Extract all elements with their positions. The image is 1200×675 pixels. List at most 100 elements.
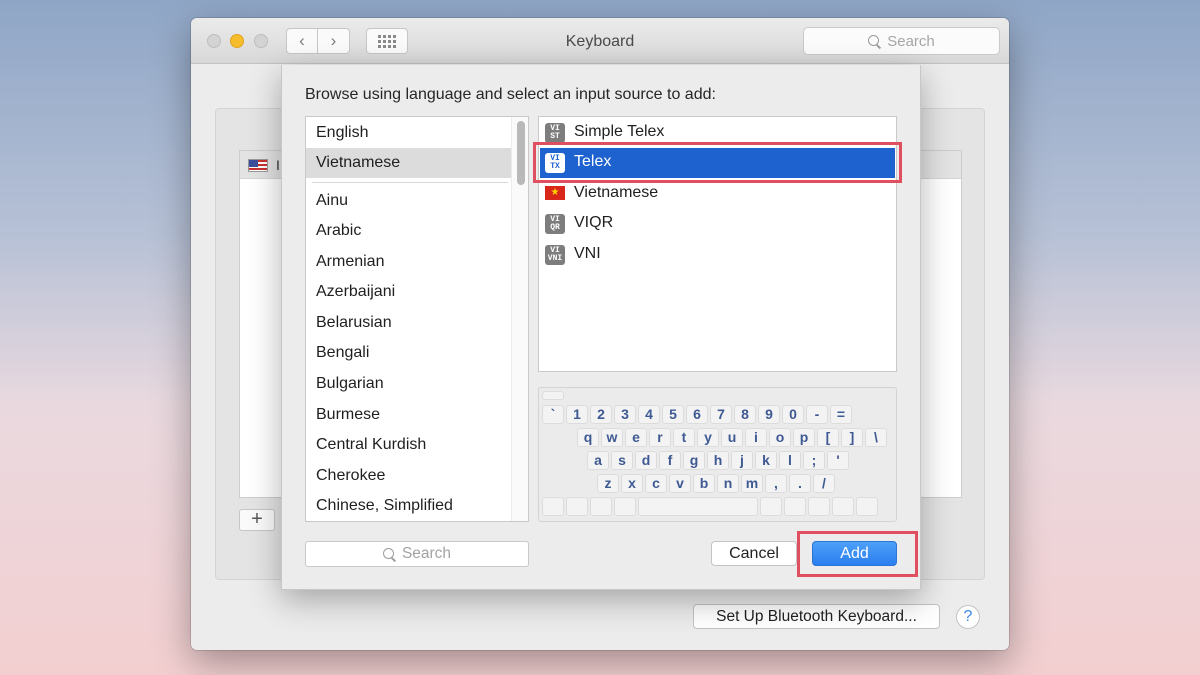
vi-qr-icon: VI QR (545, 214, 565, 234)
keyboard-key: e (625, 428, 647, 447)
us-flag-icon (248, 159, 268, 172)
add-input-source-button[interactable]: + (239, 509, 275, 531)
window-search-placeholder: Search (887, 32, 935, 50)
keyboard-key: n (717, 474, 739, 493)
language-search-field[interactable]: Search (305, 541, 529, 567)
language-item[interactable]: Bengali (306, 338, 511, 368)
key-blank (784, 497, 806, 516)
key-blank (566, 497, 588, 516)
key-blank (832, 497, 854, 516)
language-item[interactable]: Armenian (306, 247, 511, 277)
keyboard-key: ' (827, 451, 849, 470)
keyboard-key: 1 (566, 405, 588, 424)
language-item[interactable]: Chinese, Simplified (306, 491, 511, 521)
keyboard-key: j (731, 451, 753, 470)
telex-highlight-box (533, 142, 902, 183)
keyboard-key: / (813, 474, 835, 493)
source-item-label: VNI (574, 245, 601, 262)
language-separator (312, 182, 508, 183)
setup-bluetooth-keyboard-button[interactable]: Set Up Bluetooth Keyboard... (693, 604, 940, 629)
keyboard-key: , (765, 474, 787, 493)
keyboard-key: c (645, 474, 667, 493)
source-item-vietnamese[interactable]: ★ Vietnamese (540, 179, 895, 209)
key-blank (760, 497, 782, 516)
keyboard-key: g (683, 451, 705, 470)
keyboard-key: r (649, 428, 671, 447)
keyboard-key: 8 (734, 405, 756, 424)
keyboard-key: 9 (758, 405, 780, 424)
keyboard-key: - (806, 405, 828, 424)
language-item[interactable]: Burmese (306, 400, 511, 430)
keyboard-key: p (793, 428, 815, 447)
language-item[interactable]: Arabic (306, 216, 511, 246)
language-list-scrollbar[interactable] (511, 117, 528, 521)
keyboard-key: m (741, 474, 763, 493)
language-item[interactable]: Ainu (306, 186, 511, 216)
language-item[interactable]: English (306, 118, 511, 148)
search-icon (868, 34, 881, 48)
key-blank (808, 497, 830, 516)
language-item[interactable]: Central Kurdish (306, 430, 511, 460)
search-icon (382, 547, 396, 561)
source-item-label: Simple Telex (574, 123, 665, 140)
keyboard-key: 0 (782, 405, 804, 424)
keyboard-key: h (707, 451, 729, 470)
keyboard-key: k (755, 451, 777, 470)
keyboard-key: z (597, 474, 619, 493)
source-item-label: VIQR (574, 214, 614, 231)
vi-st-icon: VI ST (545, 123, 565, 143)
keyboard-row-asdf: a s d f g h j k l; ' (587, 451, 849, 470)
keyboard-key: = (830, 405, 852, 424)
keyboard-key: . (789, 474, 811, 493)
key-blank (856, 497, 878, 516)
language-item[interactable]: Cherokee (306, 461, 511, 491)
scrollbar-thumb[interactable] (517, 121, 525, 185)
keyboard-row-bottom (542, 497, 878, 516)
keyboard-row-numbers: ` 1 2 3 4 5 6 7 8 9 0- = (542, 405, 852, 424)
space-key (638, 497, 758, 516)
keyboard-key: \ (865, 428, 887, 447)
keyboard-key: f (659, 451, 681, 470)
sheet-prompt: Browse using language and select an inpu… (305, 86, 716, 103)
language-item[interactable]: Belarusian (306, 308, 511, 338)
source-item-vni[interactable]: VI VNI VNI (540, 240, 895, 270)
keyboard-key: s (611, 451, 633, 470)
window-search-field[interactable]: Search (803, 27, 1000, 55)
keyboard-key: w (601, 428, 623, 447)
keyboard-key: ; (803, 451, 825, 470)
language-search-placeholder: Search (401, 545, 452, 562)
vi-vni-icon: VI VNI (545, 245, 565, 265)
help-button[interactable]: ? (956, 605, 980, 629)
keyboard-key: [ (817, 428, 839, 447)
keyboard-key: a (587, 451, 609, 470)
keyboard-key: 7 (710, 405, 732, 424)
language-item-selected[interactable]: Vietnamese (306, 148, 511, 178)
keyboard-key: ] (841, 428, 863, 447)
key-blank (614, 497, 636, 516)
keyboard-key: b (693, 474, 715, 493)
keyboard-row-blank-top (542, 391, 564, 400)
input-source-row-label: I (276, 157, 280, 173)
keyboard-key: ` (542, 405, 564, 424)
keyboard-key: v (669, 474, 691, 493)
add-highlight-box (797, 531, 918, 577)
keyboard-key: 2 (590, 405, 612, 424)
keyboard-key: 4 (638, 405, 660, 424)
add-input-source-sheet: Browse using language and select an inpu… (281, 65, 921, 590)
keyboard-key: 6 (686, 405, 708, 424)
keyboard-row-zxcv: z x c v b n m,. / (597, 474, 835, 493)
keyboard-key: x (621, 474, 643, 493)
language-list[interactable]: English Vietnamese Ainu Arabic Armenian … (305, 116, 529, 522)
language-item[interactable]: Azerbaijani (306, 277, 511, 307)
source-item-viqr[interactable]: VI QR VIQR (540, 209, 895, 239)
key-blank (542, 391, 564, 400)
keyboard-key: 3 (614, 405, 636, 424)
keyboard-key: i (745, 428, 767, 447)
vietnam-flag-icon: ★ (545, 186, 565, 200)
keyboard-key: q (577, 428, 599, 447)
cancel-button[interactable]: Cancel (711, 541, 797, 566)
language-item[interactable]: Bulgarian (306, 369, 511, 399)
key-blank (542, 497, 564, 516)
keyboard-key: o (769, 428, 791, 447)
title-bar: ‹ › Keyboard Search (191, 18, 1009, 64)
